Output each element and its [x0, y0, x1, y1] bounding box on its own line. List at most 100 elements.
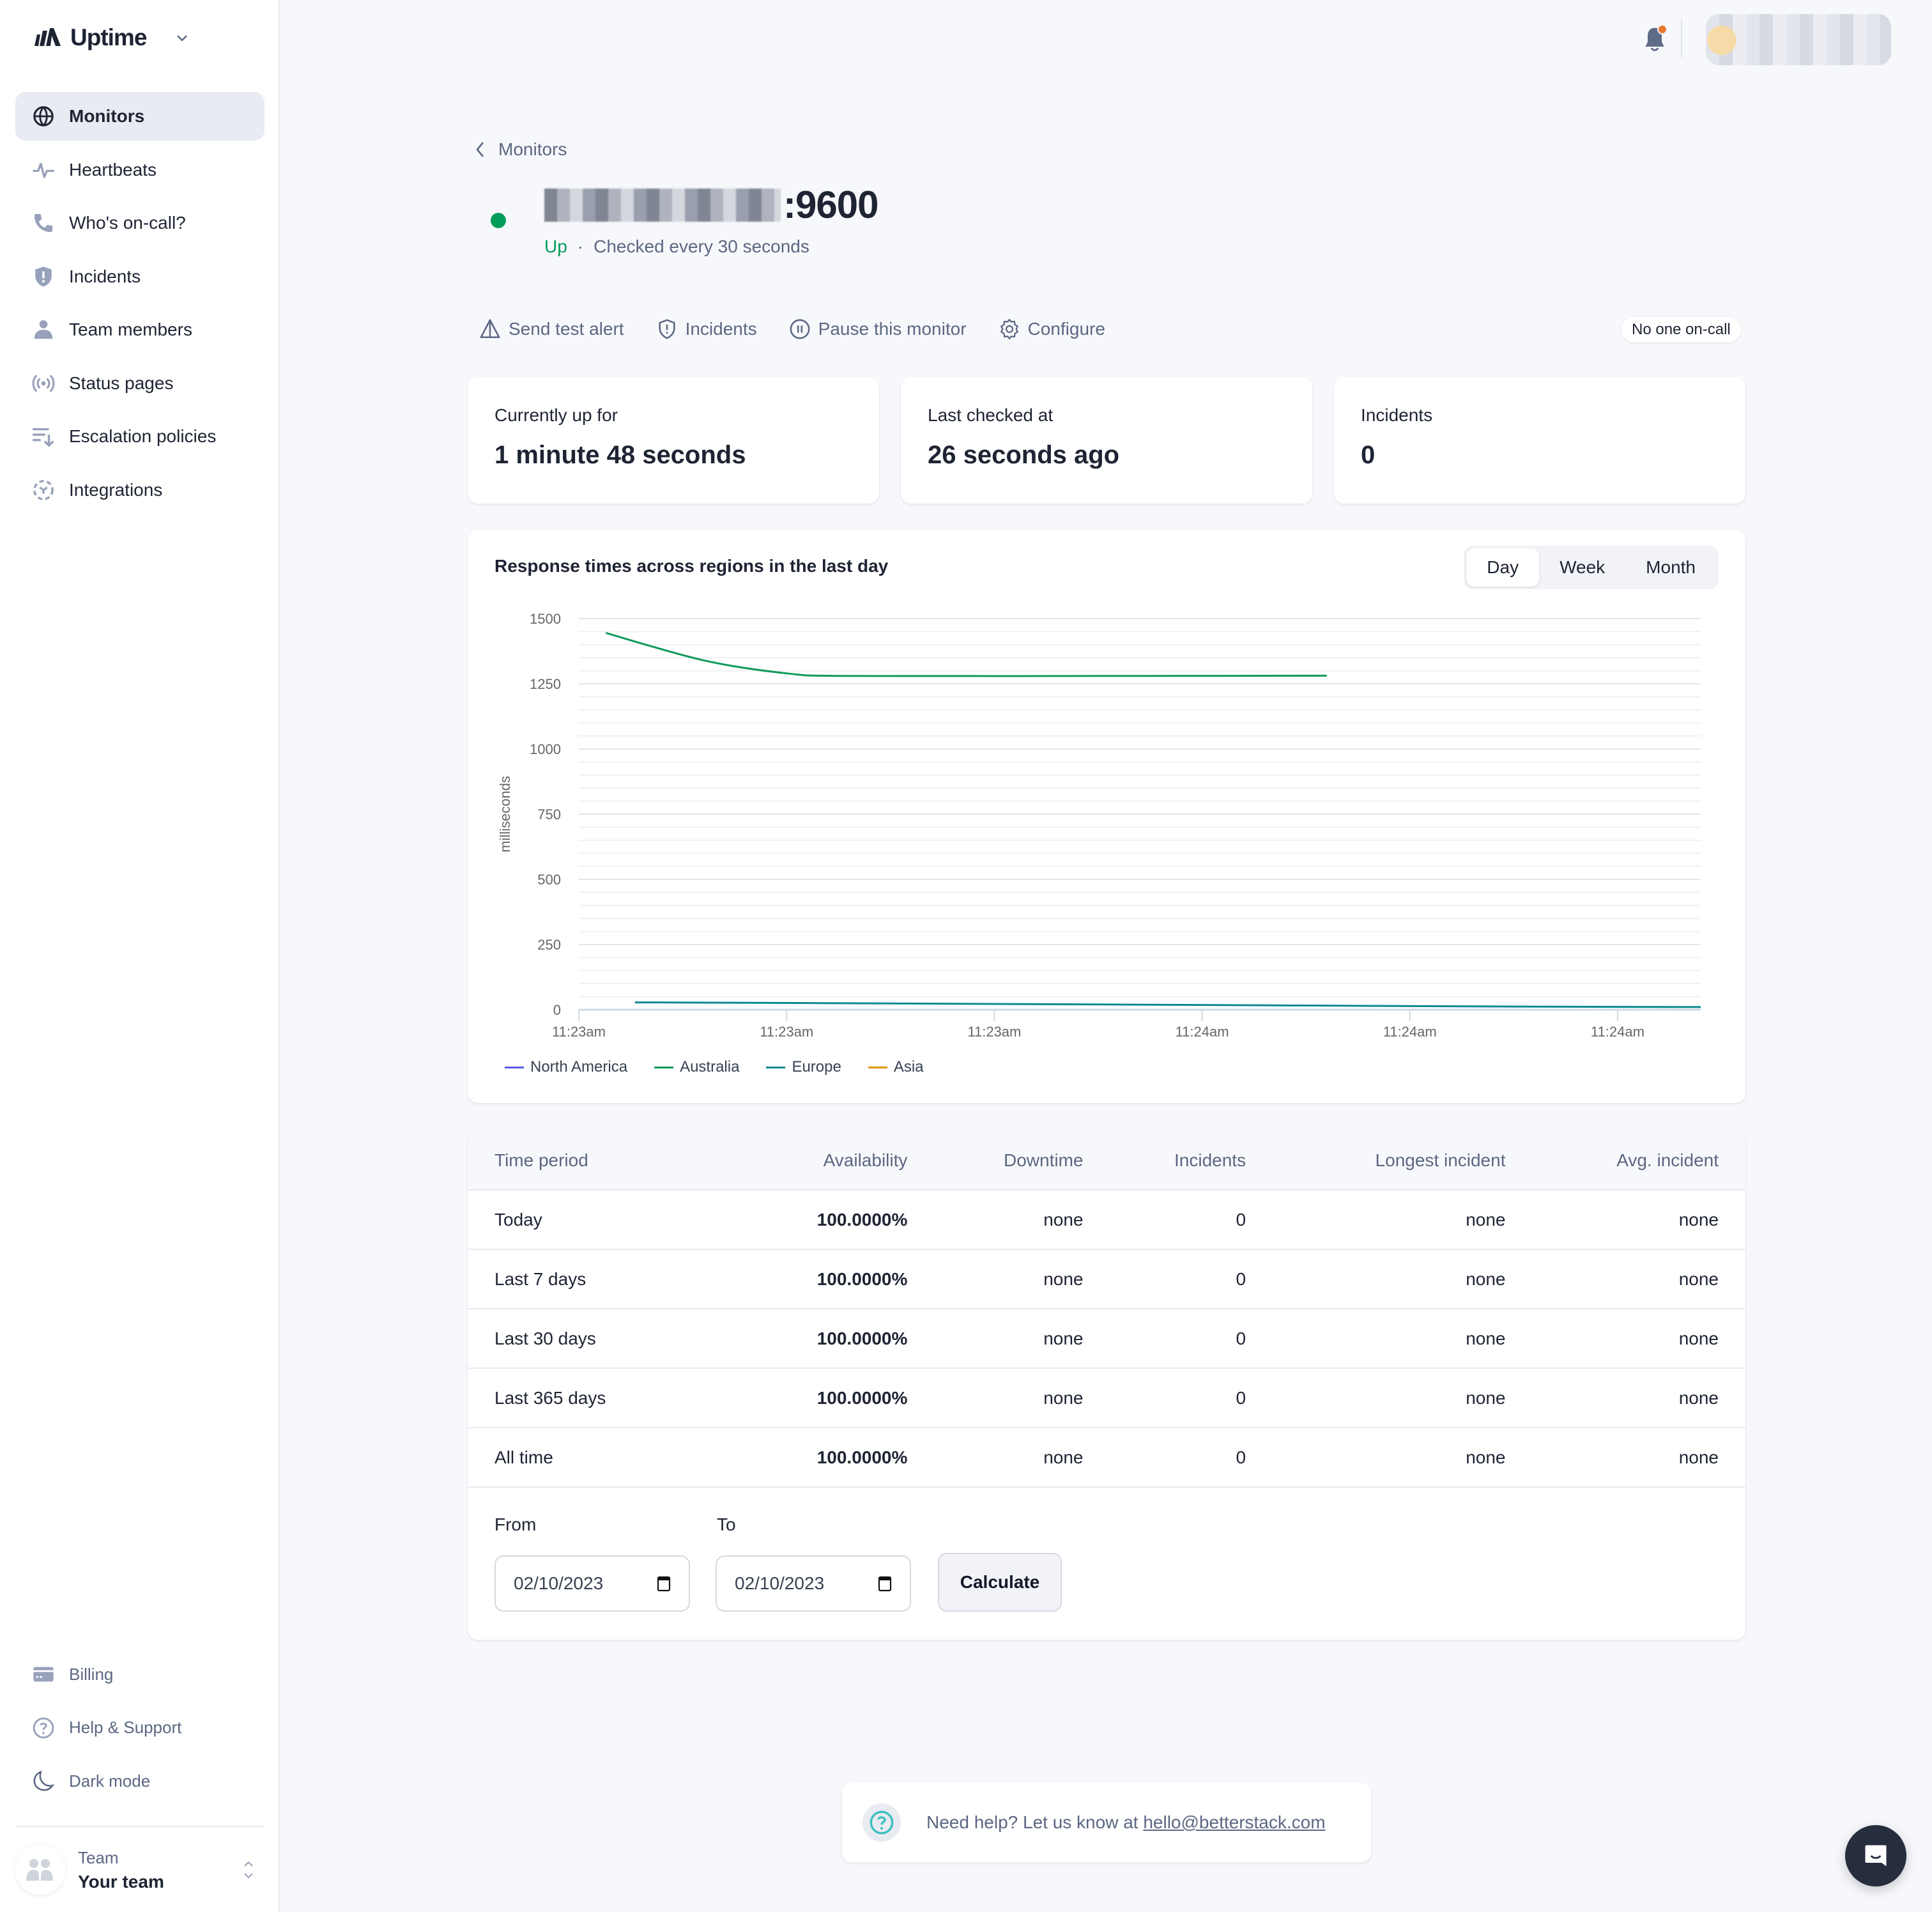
- breadcrumb-back-link[interactable]: Monitors: [474, 139, 567, 160]
- table-cell: Last 7 days: [468, 1249, 740, 1309]
- legend-item[interactable]: North America: [505, 1058, 627, 1076]
- sidebar-item-billing[interactable]: Billing: [15, 1650, 264, 1699]
- sidebar-nav: Monitors Heartbeats Who's on-call? Incid…: [15, 92, 264, 519]
- check-interval: Checked every 30 seconds: [594, 236, 809, 256]
- pause-monitor-button[interactable]: Pause this monitor: [789, 318, 967, 340]
- user-icon: [32, 318, 55, 341]
- sidebar-item-monitors[interactable]: Monitors: [15, 92, 264, 141]
- sidebar-item-status-pages[interactable]: Status pages: [15, 359, 264, 408]
- calendar-icon[interactable]: [878, 1575, 892, 1592]
- on-call-badge[interactable]: No one on-call: [1621, 317, 1741, 343]
- sidebar-item-incidents[interactable]: Incidents: [15, 252, 264, 301]
- table-cell: Today: [468, 1190, 740, 1250]
- sidebar-item-label: Integrations: [69, 479, 163, 500]
- column-header: Incidents: [1110, 1131, 1273, 1191]
- chat-icon: [1865, 1845, 1887, 1867]
- from-date-value: 02/10/2023: [514, 1573, 604, 1593]
- sidebar-item-label: Who's on-call?: [69, 213, 186, 233]
- x-tick-label: 11:24am: [1176, 1024, 1229, 1040]
- range-month-button[interactable]: Month: [1625, 548, 1716, 587]
- table-cell: none: [1532, 1368, 1745, 1428]
- help-circle-icon: [862, 1803, 901, 1842]
- configure-button[interactable]: Configure: [999, 318, 1105, 340]
- stat-cards: Currently up for 1 minute 48 seconds Las…: [468, 377, 1745, 504]
- table-row: Today 100.0000% none 0 none none: [468, 1190, 1745, 1250]
- sidebar-item-label: Escalation policies: [69, 426, 217, 446]
- gear-icon: [1000, 318, 1018, 340]
- range-day-button[interactable]: Day: [1466, 548, 1540, 587]
- sidebar-bottom-nav: Billing Help & Support Dark mode: [15, 1650, 264, 1810]
- monitor-actions: Send test alert Incidents Pause this mon…: [479, 318, 1105, 340]
- sidebar-item-dark-mode[interactable]: Dark mode: [15, 1757, 264, 1805]
- y-tick-label: 0: [553, 1002, 561, 1018]
- availability-table: Time period Availability Downtime Incidents…: [468, 1131, 1745, 1488]
- table-row: Last 365 days 100.0000% none 0 none none: [468, 1368, 1745, 1428]
- brand-name: Uptime: [70, 24, 147, 50]
- credit-card-icon: [32, 1663, 55, 1686]
- from-date-input[interactable]: 02/10/2023: [494, 1555, 690, 1612]
- calendar-icon[interactable]: [657, 1575, 671, 1592]
- to-label: To: [717, 1515, 736, 1534]
- table-cell: none: [934, 1428, 1110, 1488]
- users-icon: [26, 1859, 53, 1881]
- sidebar-item-escalation-policies[interactable]: Escalation policies: [15, 412, 264, 461]
- sidebar-item-help-support[interactable]: Help & Support: [15, 1704, 264, 1752]
- chat-launcher-button[interactable]: [1845, 1825, 1906, 1886]
- table-cell: none: [1273, 1368, 1533, 1428]
- help-email-link[interactable]: hello@betterstack.com: [1143, 1812, 1325, 1832]
- stat-label: Incidents: [1361, 405, 1433, 425]
- moon-icon: [32, 1769, 55, 1792]
- y-axis-label: milliseconds: [497, 776, 513, 852]
- status-indicator: [491, 213, 506, 228]
- to-date-input[interactable]: 02/10/2023: [716, 1555, 911, 1612]
- table-cell: 0: [1110, 1309, 1273, 1369]
- sidebar-item-heartbeats[interactable]: Heartbeats: [15, 146, 264, 194]
- table-cell: none: [1532, 1428, 1745, 1488]
- stat-card-incidents: Incidents 0: [1334, 377, 1745, 504]
- incidents-button[interactable]: Incidents: [656, 318, 757, 340]
- redacted-host: [544, 188, 781, 222]
- sidebar-item-integrations[interactable]: Integrations: [15, 466, 264, 514]
- legend-label: Australia: [680, 1058, 740, 1076]
- table-cell: none: [934, 1249, 1110, 1309]
- status-text: Up: [544, 236, 567, 256]
- table-cell: none: [934, 1368, 1110, 1428]
- table-cell: 0: [1110, 1190, 1273, 1250]
- sidebar-item-team-members[interactable]: Team members: [15, 305, 264, 354]
- shield-alert-icon: [658, 319, 675, 339]
- send-test-alert-button[interactable]: Send test alert: [479, 318, 624, 340]
- table-cell: none: [1532, 1190, 1745, 1250]
- alert-triangle-icon: [480, 319, 500, 339]
- table-row: All time 100.0000% none 0 none none: [468, 1428, 1745, 1488]
- stat-label: Last checked at: [928, 405, 1054, 425]
- legend-swatch: [654, 1066, 674, 1068]
- calculate-button[interactable]: Calculate: [938, 1553, 1062, 1612]
- series-line-australia: [605, 631, 1327, 677]
- range-week-button[interactable]: Week: [1539, 548, 1625, 587]
- response-time-chart: 0 250 500 750 1000 1250 1500 11:23am 11:23am 11:2…: [497, 611, 1701, 1040]
- legend-label: Europe: [792, 1058, 841, 1076]
- table-cell: 100.0000%: [740, 1428, 935, 1488]
- y-tick-label: 1000: [530, 741, 561, 757]
- column-header: Time period: [468, 1131, 740, 1191]
- column-header: Longest incident: [1273, 1131, 1533, 1191]
- sidebar-item-on-call[interactable]: Who's on-call?: [15, 199, 264, 247]
- chevron-left-icon: [476, 142, 484, 157]
- stat-value: 0: [1361, 441, 1376, 469]
- column-header: Availability: [740, 1131, 935, 1191]
- chevron-down-icon: [177, 35, 188, 42]
- table-cell: 0: [1110, 1249, 1273, 1309]
- table-cell: none: [1532, 1249, 1745, 1309]
- team-switcher[interactable]: Team Your team: [15, 1844, 264, 1895]
- legend-swatch: [505, 1066, 524, 1068]
- pulse-icon: [32, 158, 55, 181]
- series-line-europe: [634, 1001, 1701, 1008]
- brand-switcher[interactable]: Uptime: [33, 24, 190, 51]
- help-text: Need help? Let us know at hello@betterst…: [926, 1812, 1326, 1833]
- legend-item[interactable]: Europe: [766, 1058, 841, 1076]
- to-date-value: 02/10/2023: [735, 1573, 825, 1593]
- stat-label: Currently up for: [494, 405, 618, 425]
- legend-item[interactable]: Asia: [868, 1058, 924, 1076]
- legend-item[interactable]: Australia: [654, 1058, 739, 1076]
- team-avatar: [15, 1845, 65, 1895]
